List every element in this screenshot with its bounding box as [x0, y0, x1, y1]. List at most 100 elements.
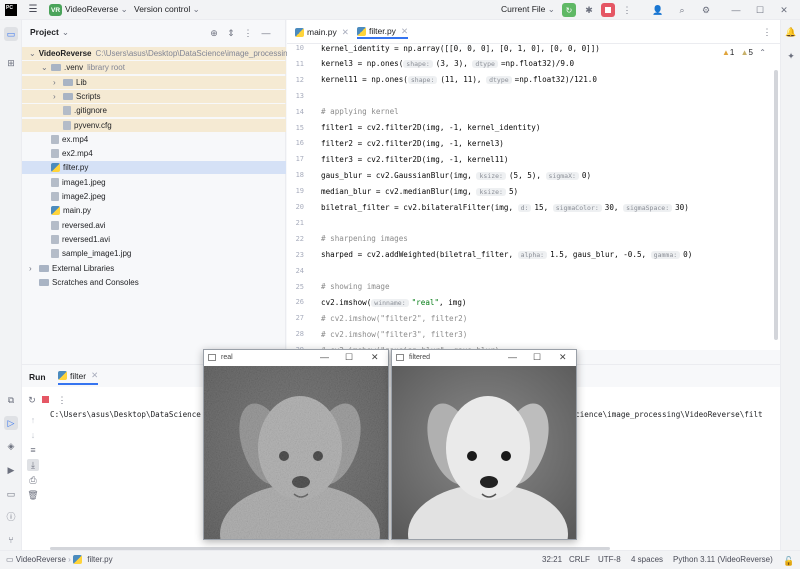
- console-output[interactable]: C:\Users\asus\Desktop\DataScience: [50, 410, 201, 419]
- code-line[interactable]: 23 sharped = cv2.addWeighted(biletral_fil…: [287, 247, 780, 263]
- code-line[interactable]: 24: [287, 263, 780, 279]
- close-icon[interactable]: ✕: [559, 352, 567, 363]
- project-tool-icon[interactable]: ▭: [4, 27, 18, 41]
- tree-item[interactable]: main.py: [22, 204, 286, 217]
- more-tabs-icon[interactable]: ⋮: [761, 26, 773, 38]
- stop-icon[interactable]: [42, 396, 49, 403]
- more-actions-icon[interactable]: ⋮: [621, 4, 633, 16]
- trash-icon[interactable]: 🗑: [27, 489, 39, 501]
- code-line[interactable]: 11 kernel3 = np.ones(shape: (3, 3), dtype =…: [287, 56, 780, 72]
- run-tool-icon[interactable]: ▷: [4, 416, 18, 430]
- tree-item[interactable]: reversed1.avi: [22, 233, 286, 246]
- tree-item[interactable]: ⌄ VideoReverse C:\Users\asus\Desktop\DataS…: [22, 47, 292, 60]
- tree-item[interactable]: ex.mp4: [22, 133, 286, 146]
- breadcrumb[interactable]: ▭ VideoReverse › filter.py: [6, 555, 113, 565]
- terminal-tool-icon[interactable]: ▭: [5, 488, 17, 500]
- ai-assistant-icon[interactable]: ✦: [785, 50, 797, 62]
- chevron-right-icon[interactable]: ›: [53, 92, 63, 101]
- tree-item[interactable]: › Lib: [22, 75, 286, 89]
- python-interpreter[interactable]: Python 3.11 (VideoReverse): [673, 555, 773, 564]
- maximize-icon[interactable]: ☐: [533, 352, 541, 363]
- tree-item[interactable]: › Scripts: [22, 89, 286, 103]
- breadcrumb-file[interactable]: filter.py: [87, 555, 112, 564]
- tab-main-py[interactable]: main.py ✕: [295, 25, 349, 39]
- line-separator[interactable]: CRLF: [569, 555, 590, 564]
- code-area[interactable]: 10 kernel_identity = np.array([[0, 0, 0],…: [287, 40, 780, 351]
- close-icon[interactable]: ✕: [401, 26, 408, 37]
- editor-scrollbar[interactable]: [774, 70, 778, 340]
- debug-icon[interactable]: ✱: [583, 4, 595, 16]
- window-titlebar[interactable]: real — ☐ ✕: [204, 350, 388, 366]
- opencv-window-real[interactable]: real — ☐ ✕: [203, 349, 389, 540]
- scroll-to-end-icon[interactable]: ⤓: [27, 459, 39, 471]
- code-line[interactable]: 10 kernel_identity = np.array([[0, 0, 0],…: [287, 40, 780, 56]
- rerun-button[interactable]: ↻: [562, 3, 576, 17]
- tree-item[interactable]: ⌄ .venv library root: [22, 61, 286, 75]
- close-icon[interactable]: ✕: [778, 4, 790, 16]
- code-line[interactable]: 15 filter1 = cv2.filter2D(img, -1, kernel…: [287, 120, 780, 136]
- tree-item[interactable]: › External Libraries: [22, 262, 286, 275]
- expand-collapse-icon[interactable]: ⇕: [225, 27, 237, 39]
- tree-item[interactable]: ex2.mp4: [22, 147, 286, 160]
- minimize-icon[interactable]: —: [508, 352, 517, 362]
- code-line[interactable]: 18 gaus_blur = cv2.GaussianBlur(img, ksiz…: [287, 167, 780, 183]
- tree-item[interactable]: image1.jpeg: [22, 176, 286, 189]
- tree-item[interactable]: .gitignore: [22, 104, 286, 118]
- git-tool-icon[interactable]: ⑂: [5, 534, 17, 546]
- structure-tool-icon[interactable]: ⊞: [5, 57, 17, 69]
- print-icon[interactable]: ⎙: [27, 474, 39, 486]
- window-titlebar[interactable]: filtered — ☐ ✕: [392, 350, 576, 366]
- chevron-down-icon[interactable]: ⌄: [29, 49, 36, 58]
- tree-item[interactable]: reversed.avi: [22, 219, 286, 232]
- more-icon[interactable]: ⋮: [56, 394, 68, 406]
- tree-item[interactable]: image2.jpeg: [22, 190, 286, 203]
- services-tool-icon[interactable]: ▶: [5, 464, 17, 476]
- indent-setting[interactable]: 4 spaces: [631, 555, 663, 564]
- maximize-icon[interactable]: ☐: [345, 352, 353, 363]
- code-line[interactable]: 17 filter3 = cv2.filter2D(img, -1, kernel…: [287, 151, 780, 167]
- rerun-icon[interactable]: ↻: [26, 394, 38, 406]
- code-line[interactable]: 12 kernel11 = np.ones(shape: (11, 11), dty…: [287, 72, 780, 88]
- notifications-icon[interactable]: 🔔: [785, 26, 797, 38]
- project-selector[interactable]: VideoReverse ⌄: [65, 4, 128, 15]
- run-config-tab[interactable]: filter ✕: [58, 368, 99, 385]
- code-line[interactable]: 16 filter2 = cv2.filter2D(img, -1, kernel…: [287, 135, 780, 151]
- code-line[interactable]: 25 # showing image: [287, 279, 780, 295]
- code-line[interactable]: 27 # cv2.imshow("filter2", filter2): [287, 310, 780, 326]
- main-menu-icon[interactable]: ☰: [27, 4, 39, 16]
- code-line[interactable]: 26 cv2.imshow(winname: "real", img): [287, 294, 780, 310]
- chevron-right-icon[interactable]: ›: [53, 78, 63, 87]
- chevron-down-icon[interactable]: ⌄: [41, 63, 51, 72]
- code-line[interactable]: 22 # sharpening images: [287, 231, 780, 247]
- stop-button[interactable]: [601, 3, 615, 17]
- problems-tool-icon[interactable]: ⓘ: [5, 511, 17, 523]
- minimize-icon[interactable]: —: [320, 352, 329, 362]
- tree-item[interactable]: filter.py: [22, 161, 286, 175]
- close-icon[interactable]: ✕: [371, 352, 379, 363]
- add-user-icon[interactable]: 👤: [652, 4, 664, 16]
- arrow-down-icon[interactable]: ↓: [27, 429, 39, 441]
- hide-panel-icon[interactable]: —: [260, 27, 272, 39]
- tree-item[interactable]: pyvenv.cfg: [22, 118, 286, 132]
- chevron-right-icon[interactable]: ›: [29, 264, 39, 273]
- gear-icon[interactable]: ⚙: [700, 4, 712, 16]
- tree-item[interactable]: Scratches and Consoles: [22, 276, 286, 289]
- soft-wrap-icon[interactable]: ≡: [27, 444, 39, 456]
- file-encoding[interactable]: UTF-8: [598, 555, 621, 564]
- close-icon[interactable]: ✕: [91, 370, 98, 381]
- locate-icon[interactable]: ⊕: [208, 27, 220, 39]
- code-line[interactable]: 14 # applying kernel: [287, 104, 780, 120]
- code-line[interactable]: 28 # cv2.imshow("filter3", filter3): [287, 326, 780, 342]
- breadcrumb-project[interactable]: VideoReverse: [16, 555, 66, 564]
- minimize-icon[interactable]: —: [730, 4, 742, 16]
- vcs-menu[interactable]: Version control ⌄: [134, 4, 200, 15]
- tab-filter-py[interactable]: filter.py ✕: [357, 25, 409, 39]
- code-line[interactable]: 19 median_blur = cv2.medianBlur(img, ksiz…: [287, 183, 780, 199]
- code-line[interactable]: 20 biletral_filter = cv2.bilateralFilter(…: [287, 199, 780, 215]
- caret-position[interactable]: 32:21: [542, 555, 562, 564]
- maximize-icon[interactable]: ☐: [754, 4, 766, 16]
- run-config-selector[interactable]: Current File ⌄: [501, 4, 555, 15]
- tree-item[interactable]: sample_image1.jpg: [22, 247, 286, 260]
- close-icon[interactable]: ✕: [342, 27, 349, 38]
- code-line[interactable]: 13: [287, 88, 780, 104]
